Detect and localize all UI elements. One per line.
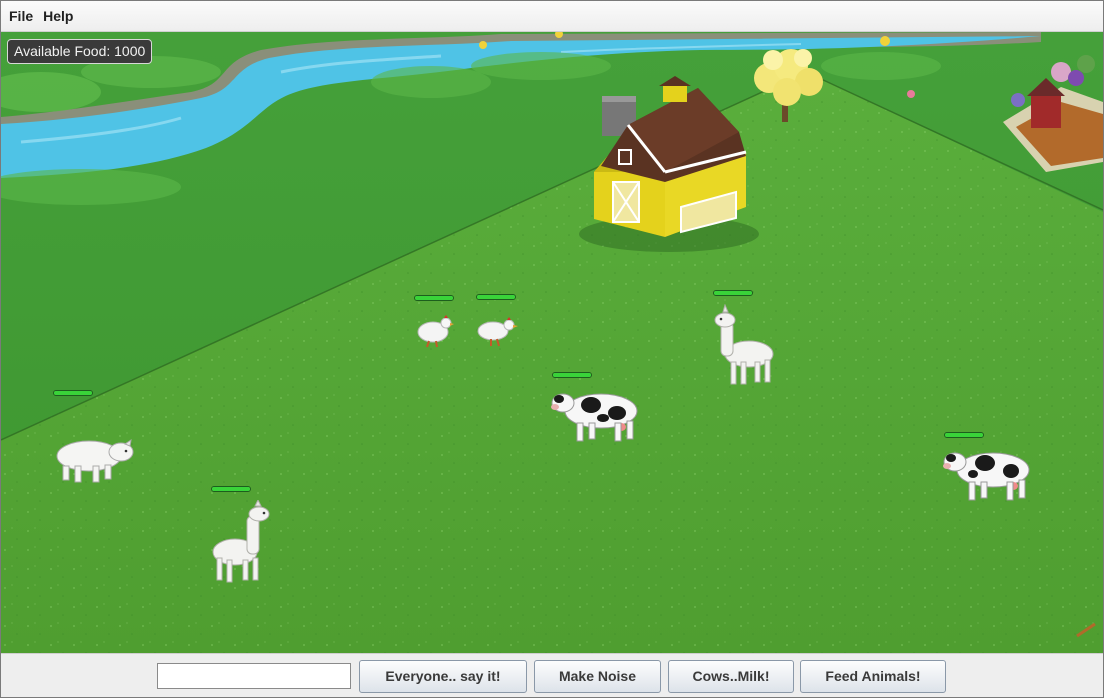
health-bar [414, 295, 454, 301]
cow[interactable] [551, 385, 645, 443]
chicken[interactable] [475, 315, 519, 347]
health-bar [944, 432, 984, 438]
say-text-input[interactable] [157, 663, 351, 689]
health-fill [54, 391, 92, 395]
health-fill [945, 433, 983, 437]
llama[interactable] [209, 500, 275, 584]
cows-milk-button[interactable]: Cows..Milk! [668, 660, 794, 693]
llama[interactable] [709, 304, 777, 386]
health-fill [477, 295, 515, 299]
health-bar [476, 294, 516, 300]
menu-file[interactable]: File [4, 8, 38, 24]
make-noise-button[interactable]: Make Noise [534, 660, 661, 693]
sheep[interactable] [53, 434, 137, 484]
farm-background [1, 32, 1103, 653]
health-fill [714, 291, 752, 295]
health-bar [53, 390, 93, 396]
control-bar: Everyone.. say it! Make Noise Cows..Milk… [1, 653, 1103, 697]
available-food-label: Available Food: 1000 [7, 39, 153, 64]
everyone-say-button[interactable]: Everyone.. say it! [359, 660, 527, 693]
health-fill [553, 373, 591, 377]
cow[interactable] [943, 444, 1037, 502]
app-window: File Help Available Food: 1000 Everyone.… [0, 0, 1104, 698]
farm-scene[interactable]: Available Food: 1000 [1, 32, 1103, 653]
feed-animals-button[interactable]: Feed Animals! [800, 660, 946, 693]
chicken[interactable] [413, 314, 455, 348]
health-bar [211, 486, 251, 492]
health-fill [415, 296, 453, 300]
menubar: File Help [1, 1, 1103, 32]
menu-help[interactable]: Help [38, 8, 78, 24]
health-bar [552, 372, 592, 378]
health-bar [713, 290, 753, 296]
health-fill [212, 487, 250, 491]
